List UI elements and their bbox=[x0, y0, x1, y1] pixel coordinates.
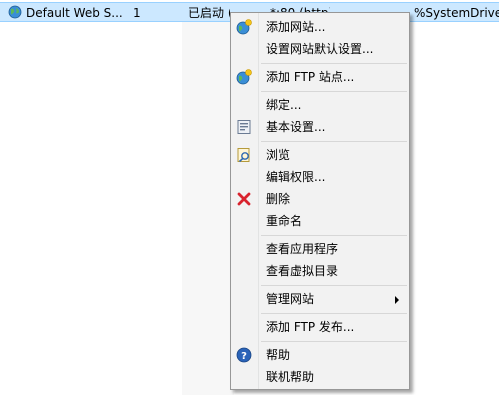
menu-item-label: 添加 FTP 发布... bbox=[266, 320, 355, 334]
site-path-cell: %SystemDrive bbox=[414, 6, 499, 20]
svg-text:?: ? bbox=[241, 351, 247, 362]
menu-item-label: 管理网站 bbox=[266, 292, 315, 306]
site-id-cell: 1 bbox=[133, 6, 141, 20]
menu-item-label: 删除 bbox=[266, 192, 291, 206]
menu-item-basic-settings[interactable]: 基本设置... bbox=[231, 116, 409, 138]
settings-page-icon bbox=[237, 120, 251, 134]
menu-separator bbox=[261, 341, 407, 342]
menu-item-add-ftp-publishing[interactable]: 添加 FTP 发布... bbox=[231, 316, 409, 338]
site-status-cell: 已启动 (ht bbox=[188, 6, 230, 20]
menu-item-label: 重命名 bbox=[266, 214, 303, 228]
menu-item-view-applications[interactable]: 查看应用程序 bbox=[231, 238, 409, 260]
menu-separator bbox=[261, 91, 407, 92]
context-menu: 添加网站... 设置网站默认设置... 添加 FTP 站点... 绑定... 基… bbox=[230, 12, 410, 390]
menu-separator bbox=[261, 63, 407, 64]
submenu-arrow-icon bbox=[395, 296, 399, 304]
menu-item-label: 浏览 bbox=[266, 148, 291, 162]
menu-item-label: 联机帮助 bbox=[266, 370, 315, 384]
menu-separator bbox=[261, 235, 407, 236]
globe-add-icon bbox=[236, 69, 252, 85]
browse-icon bbox=[237, 148, 250, 163]
help-icon: ? bbox=[236, 347, 252, 363]
menu-item-label: 添加网站... bbox=[266, 20, 326, 34]
menu-item-manage-site[interactable]: 管理网站 bbox=[231, 288, 409, 310]
menu-separator bbox=[261, 313, 407, 314]
menu-item-browse[interactable]: 浏览 bbox=[231, 144, 409, 166]
menu-item-label: 查看应用程序 bbox=[266, 242, 339, 256]
menu-item-rename[interactable]: 重命名 bbox=[231, 210, 409, 232]
site-name-cell: Default Web S... bbox=[26, 6, 123, 20]
menu-item-label: 帮助 bbox=[266, 348, 291, 362]
menu-item-add-ftp-site[interactable]: 添加 FTP 站点... bbox=[231, 66, 409, 88]
menu-item-view-virtual-directories[interactable]: 查看虚拟目录 bbox=[231, 260, 409, 282]
menu-item-label: 添加 FTP 站点... bbox=[266, 70, 355, 84]
menu-item-label: 基本设置... bbox=[266, 120, 326, 134]
menu-separator bbox=[261, 285, 407, 286]
menu-item-bindings[interactable]: 绑定... bbox=[231, 94, 409, 116]
menu-item-edit-permissions[interactable]: 编辑权限... bbox=[231, 166, 409, 188]
column-band bbox=[182, 22, 234, 395]
globe-add-icon bbox=[236, 19, 252, 35]
menu-item-delete[interactable]: 删除 bbox=[231, 188, 409, 210]
menu-item-label: 编辑权限... bbox=[266, 170, 326, 184]
menu-separator bbox=[261, 141, 407, 142]
menu-item-online-help[interactable]: 联机帮助 bbox=[231, 366, 409, 388]
menu-item-site-defaults[interactable]: 设置网站默认设置... bbox=[231, 38, 409, 60]
red-x-icon bbox=[237, 192, 251, 206]
globe-icon bbox=[8, 5, 22, 19]
menu-item-label: 设置网站默认设置... bbox=[266, 42, 374, 56]
menu-item-label: 查看虚拟目录 bbox=[266, 264, 339, 278]
menu-item-label: 绑定... bbox=[266, 98, 302, 112]
menu-item-help[interactable]: ? 帮助 bbox=[231, 344, 409, 366]
menu-item-add-site[interactable]: 添加网站... bbox=[231, 16, 409, 38]
